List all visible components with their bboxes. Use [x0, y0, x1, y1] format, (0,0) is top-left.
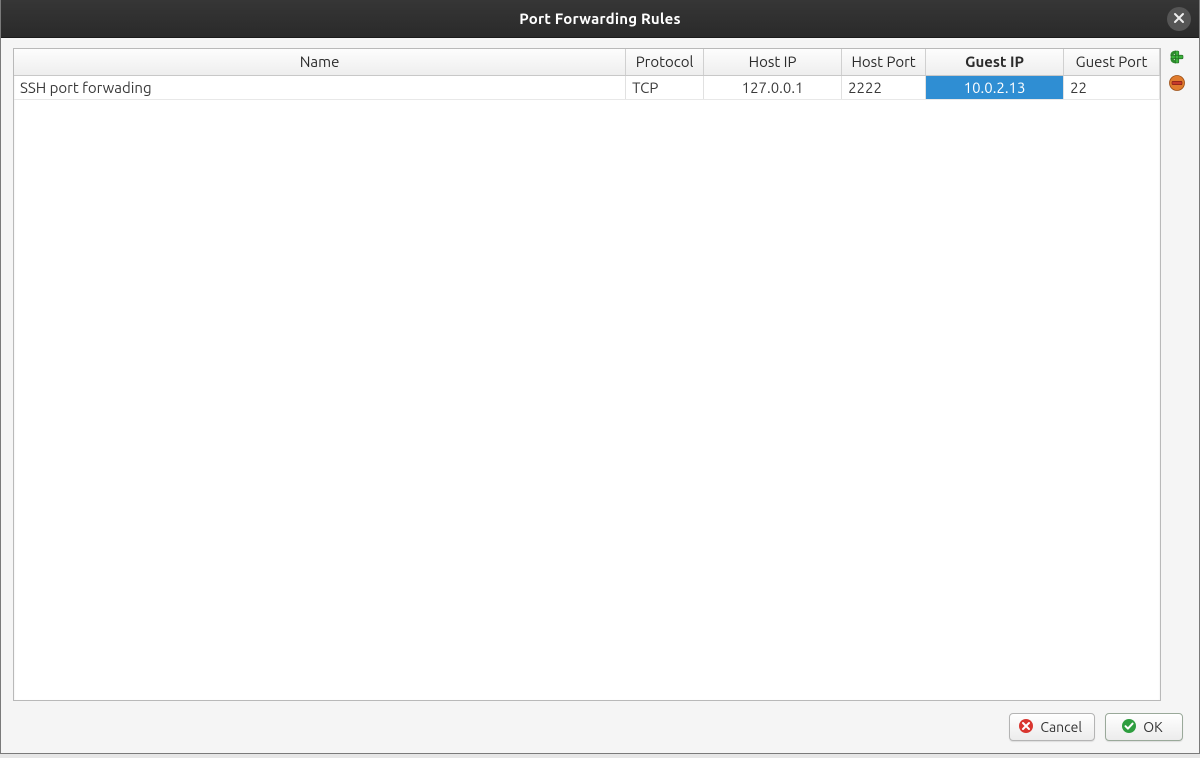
rules-table-wrap: Name Protocol Host IP Host Port Guest IP…	[13, 48, 1161, 701]
titlebar: Port Forwarding Rules	[1, 0, 1199, 38]
cell-host-ip[interactable]: 127.0.0.1	[704, 75, 842, 99]
cell-host-port[interactable]: 2222	[842, 75, 926, 99]
col-header-guest-ip[interactable]: Guest IP	[926, 49, 1064, 75]
window-title: Port Forwarding Rules	[519, 10, 681, 27]
port-forwarding-window: Port Forwarding Rules Name Protocol Host…	[0, 0, 1200, 754]
remove-icon	[1168, 74, 1186, 95]
cell-protocol[interactable]: TCP	[626, 75, 704, 99]
add-icon	[1168, 48, 1186, 69]
cancel-label: Cancel	[1040, 719, 1082, 735]
col-header-guest-port[interactable]: Guest Port	[1064, 49, 1160, 75]
cell-name[interactable]: SSH port forwading	[14, 75, 626, 99]
col-header-name[interactable]: Name	[14, 49, 626, 75]
side-toolbar	[1167, 48, 1187, 701]
table-row[interactable]: SSH port forwading TCP 127.0.0.1 2222 10…	[14, 75, 1160, 99]
add-rule-button[interactable]	[1167, 48, 1187, 68]
col-header-protocol[interactable]: Protocol	[626, 49, 704, 75]
dialog-footer: Cancel OK	[1, 705, 1199, 753]
cancel-icon	[1018, 718, 1034, 737]
close-icon	[1173, 12, 1185, 26]
cancel-button[interactable]: Cancel	[1009, 713, 1095, 741]
content-area: Name Protocol Host IP Host Port Guest IP…	[1, 38, 1199, 705]
ok-label: OK	[1143, 719, 1162, 735]
rules-table[interactable]: Name Protocol Host IP Host Port Guest IP…	[14, 49, 1160, 100]
ok-icon	[1121, 718, 1137, 737]
cell-guest-ip[interactable]: 10.0.2.13	[926, 75, 1064, 99]
col-header-host-port[interactable]: Host Port	[842, 49, 926, 75]
close-button[interactable]	[1167, 7, 1191, 31]
remove-rule-button[interactable]	[1167, 74, 1187, 94]
cell-guest-port[interactable]: 22	[1064, 75, 1160, 99]
ok-button[interactable]: OK	[1105, 713, 1183, 741]
col-header-host-ip[interactable]: Host IP	[704, 49, 842, 75]
